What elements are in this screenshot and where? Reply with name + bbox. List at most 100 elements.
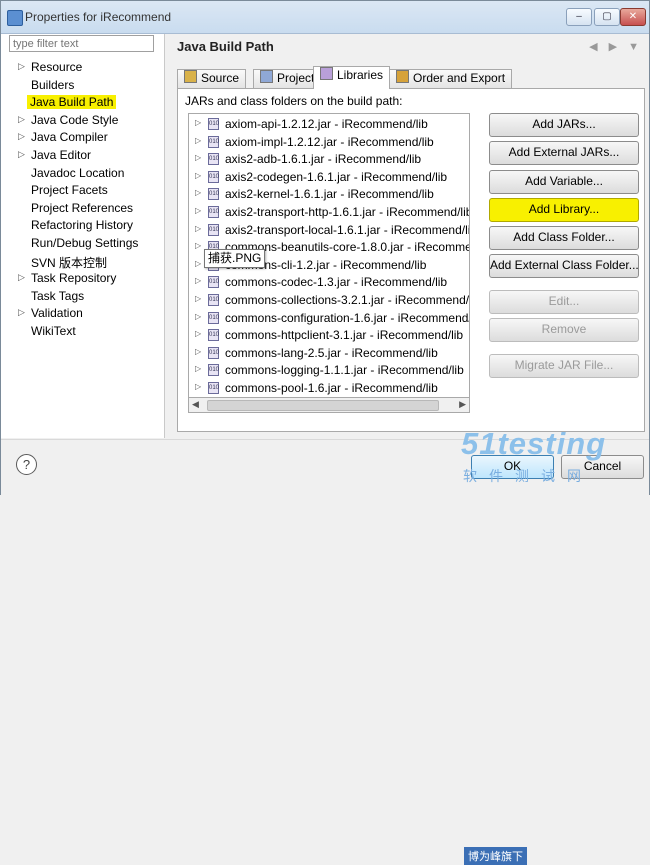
expand-arrow-icon[interactable]: ▷ [195, 294, 201, 303]
add-class-folder-button[interactable]: Add Class Folder... [489, 226, 639, 250]
close-button[interactable]: ✕ [620, 8, 646, 26]
jar-file-icon: 010 [208, 206, 219, 218]
scroll-left-icon[interactable]: ◀ [192, 399, 199, 410]
nav-item-label: Java Build Path [27, 95, 117, 110]
nav-item[interactable]: ▷ Java Code Style [1, 112, 164, 129]
jar-row[interactable]: ▷ 010 axis2-codegen-1.6.1.jar - iRecommend… [189, 168, 469, 186]
expand-arrow-icon[interactable]: ▷ [195, 259, 201, 268]
jar-row[interactable]: ▷ 010 axis2-adb-1.6.1.jar - iRecommend/lib [189, 150, 469, 168]
expand-arrow-icon[interactable]: ▷ [195, 118, 201, 127]
add-external-class-folder-button[interactable]: Add External Class Folder... [489, 254, 639, 278]
nav-item-label: Java Compiler [31, 130, 108, 145]
nav-item[interactable]: Project Facets [1, 182, 164, 199]
expand-arrow-icon[interactable]: ▷ [18, 307, 25, 318]
history-nav-icons[interactable]: ◀ ▶ ▼ [589, 40, 643, 53]
nav-item[interactable]: ▷ Task Repository [1, 270, 164, 287]
add-library-button[interactable]: Add Library... [489, 198, 639, 222]
expand-arrow-icon[interactable]: ▷ [18, 272, 25, 283]
nav-item[interactable]: Refactoring History [1, 217, 164, 234]
libraries-label: JARs and class folders on the build path… [185, 94, 403, 108]
add-jars-button[interactable]: Add JARs... [489, 113, 639, 137]
jar-row[interactable]: ▷ 010 commons-pool-1.6.jar - iRecommend/li… [189, 379, 469, 397]
watermark-logo: 51testing [461, 426, 607, 461]
expand-arrow-icon[interactable]: ▷ [195, 171, 201, 180]
nav-item[interactable]: Project References [1, 200, 164, 217]
jar-row[interactable]: ▷ 010 commons-codec-1.3.jar - iRecommend/l… [189, 273, 469, 291]
expand-arrow-icon[interactable]: ▷ [195, 188, 201, 197]
expand-arrow-icon[interactable]: ▷ [195, 136, 201, 145]
help-icon[interactable]: ? [16, 454, 37, 475]
tab-label: Libraries [337, 68, 384, 82]
expand-arrow-icon[interactable]: ▷ [18, 61, 25, 72]
tab-source[interactable]: Source [177, 69, 247, 88]
scroll-right-icon[interactable]: ▶ [459, 399, 466, 410]
source-folder-icon [184, 70, 197, 83]
order-export-icon [396, 70, 409, 83]
libraries-icon [320, 67, 333, 80]
jar-label: commons-logging-1.1.1.jar - iRecommend/l… [225, 363, 464, 378]
jar-row[interactable]: ▷ 010 commons-lang-2.5.jar - iRecommend/li… [189, 344, 469, 362]
jar-row[interactable]: ▷ 010 commons-collections-3.2.1.jar - iRec… [189, 291, 469, 309]
expand-arrow-icon[interactable]: ▷ [195, 224, 201, 233]
expand-arrow-icon[interactable]: ▷ [18, 149, 25, 160]
jar-file-icon: 010 [208, 188, 219, 201]
window-title: Properties for iRecommend [25, 10, 172, 24]
jar-file-icon: 010 [208, 329, 219, 342]
expand-arrow-icon[interactable]: ▷ [195, 206, 201, 215]
tab-order-and-export[interactable]: Order and Export [389, 69, 513, 88]
jar-row[interactable]: ▷ 010 commons-httpclient-3.1.jar - iRecomm… [189, 326, 469, 344]
horizontal-scrollbar[interactable]: ◀ ▶ [188, 397, 470, 413]
jar-label: commons-collections-3.2.1.jar - iRecomme… [225, 293, 470, 307]
expand-arrow-icon[interactable]: ▷ [195, 364, 201, 373]
tab-libraries[interactable]: Libraries [313, 66, 391, 89]
nav-item[interactable]: ▷ Resource [1, 59, 164, 76]
nav-item[interactable]: ▷ Validation [1, 305, 164, 322]
add-external-jars-button[interactable]: Add External JARs... [489, 141, 639, 165]
nav-item[interactable]: ▷ Java Editor [1, 147, 164, 164]
expand-arrow-icon[interactable]: ▷ [195, 347, 201, 356]
maximize-button[interactable]: ▢ [594, 8, 620, 26]
nav-item[interactable]: Run/Debug Settings [1, 235, 164, 252]
watermark-badge: 博为峰旗下 [464, 847, 527, 865]
expand-arrow-icon[interactable]: ▷ [195, 241, 201, 250]
jar-row[interactable]: ▷ 010 axiom-impl-1.2.12.jar - iRecommend/l… [189, 133, 469, 151]
expand-arrow-icon[interactable]: ▷ [195, 312, 201, 321]
tab-label: Source [201, 71, 240, 85]
page-title: Java Build Path [177, 39, 274, 54]
expand-arrow-icon[interactable]: ▷ [195, 153, 201, 162]
filter-input[interactable] [9, 35, 154, 52]
jar-row[interactable]: ▷ 010 axiom-api-1.2.12.jar - iRecommend/li… [189, 115, 469, 133]
jar-row[interactable]: ▷ 010 commons-logging-1.1.1.jar - iRecomme… [189, 361, 469, 379]
jar-label: axiom-impl-1.2.12.jar - iRecommend/lib [225, 134, 434, 149]
nav-item-label: WikiText [31, 324, 76, 338]
jar-row[interactable]: ▷ 010 axis2-transport-local-1.6.1.jar - iR… [189, 221, 469, 239]
nav-item[interactable]: SVN 版本控制 [1, 253, 164, 270]
expand-arrow-icon[interactable]: ▷ [195, 276, 201, 285]
jar-row[interactable]: ▷ 010 commons-configuration-1.6.jar - iRec… [189, 309, 469, 327]
nav-item[interactable]: Builders [1, 77, 164, 94]
scroll-thumb[interactable] [207, 400, 439, 411]
jar-label: axis2-transport-local-1.6.1.jar - iRecom… [225, 222, 470, 237]
nav-item[interactable]: WikiText [1, 323, 164, 340]
expand-arrow-icon[interactable]: ▷ [195, 329, 201, 338]
jar-row[interactable]: ▷ 010 axis2-kernel-1.6.1.jar - iRecommend/… [189, 185, 469, 203]
nav-item-label: Task Repository [31, 271, 117, 286]
minimize-button[interactable]: – [566, 8, 592, 26]
expand-arrow-icon[interactable]: ▷ [195, 382, 201, 391]
nav-item-label: Javadoc Location [31, 165, 125, 180]
migrate-jar-button: Migrate JAR File... [489, 354, 639, 378]
nav-item[interactable]: Javadoc Location [1, 165, 164, 182]
jar-row[interactable]: ▷ 010 axis2-transport-http-1.6.1.jar - iRe… [189, 203, 469, 221]
jar-file-icon: 010 [208, 294, 219, 306]
jar-file-icon: 010 [208, 346, 219, 359]
nav-item[interactable]: Java Build Path [1, 94, 164, 111]
jar-file-icon: 010 [208, 135, 219, 148]
nav-item[interactable]: Task Tags [1, 288, 164, 305]
nav-item[interactable]: ▷ Java Compiler [1, 129, 164, 146]
title-bar: Properties for iRecommend – ▢ ✕ [1, 1, 649, 34]
jar-file-icon: 010 [208, 170, 219, 183]
add-variable-button[interactable]: Add Variable... [489, 170, 639, 194]
expand-arrow-icon[interactable]: ▷ [18, 114, 25, 125]
expand-arrow-icon[interactable]: ▷ [18, 131, 25, 142]
nav-item-label: SVN 版本控制 [31, 255, 108, 270]
